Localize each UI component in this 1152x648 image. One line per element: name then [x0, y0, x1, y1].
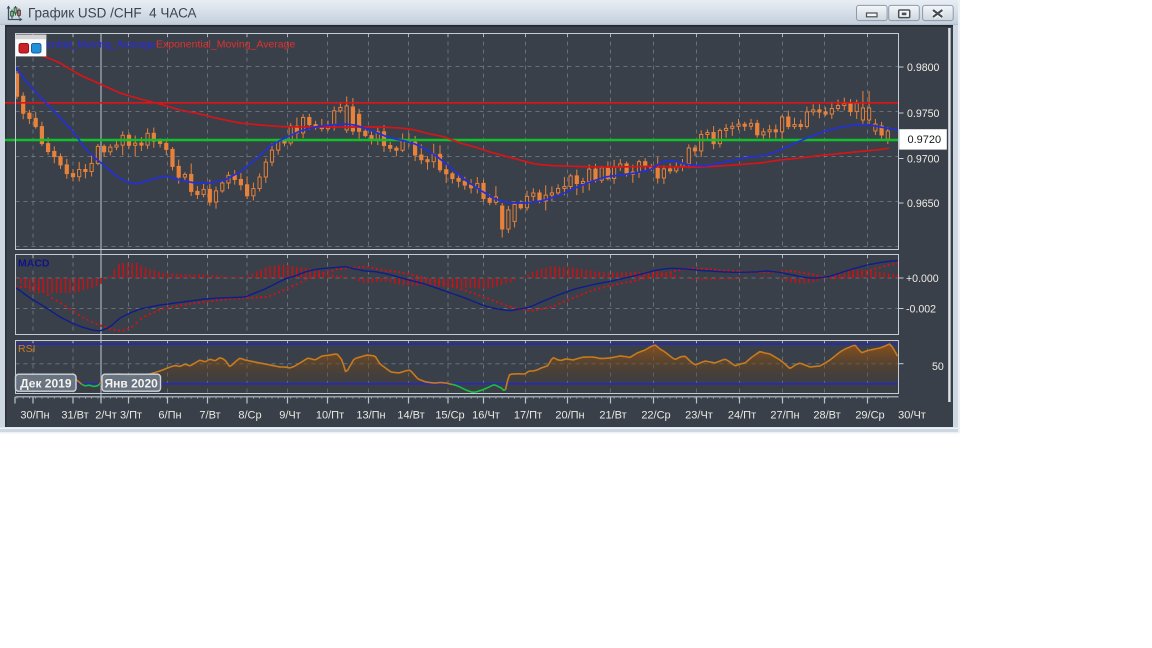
svg-text:Дек 2019: Дек 2019: [20, 377, 72, 391]
svg-text:15/Ср: 15/Ср: [435, 410, 464, 422]
svg-text:2/Чт: 2/Чт: [95, 410, 117, 422]
svg-text:Янв 2020: Янв 2020: [105, 377, 159, 391]
svg-text:27/Пн: 27/Пн: [770, 410, 799, 422]
svg-text:28/Вт: 28/Вт: [813, 410, 840, 422]
svg-text:29/Ср: 29/Ср: [855, 410, 884, 422]
svg-text:20/Пн: 20/Пн: [555, 410, 584, 422]
svg-text:17/Пт: 17/Пт: [514, 410, 542, 422]
svg-text:23/Чт: 23/Чт: [685, 410, 713, 422]
svg-text:Exponential_Moving_Average: Exponential_Moving_Average: [156, 39, 295, 51]
svg-text:13/Пн: 13/Пн: [356, 410, 385, 422]
svg-text:0.9720: 0.9720: [908, 134, 942, 146]
svg-text:График USD /CHF 4 ЧАСА: График USD /CHF 4 ЧАСА: [28, 6, 197, 21]
svg-text:30/Чт: 30/Чт: [898, 410, 926, 422]
svg-text:22/Ср: 22/Ср: [641, 410, 670, 422]
svg-text:0.9750: 0.9750: [907, 108, 940, 120]
svg-text:30/Пн: 30/Пн: [20, 410, 49, 422]
svg-text:3/Пт: 3/Пт: [120, 410, 142, 422]
svg-text:14/Вт: 14/Вт: [397, 410, 424, 422]
svg-text:21/Вт: 21/Вт: [599, 410, 626, 422]
svg-text:10/Пт: 10/Пт: [316, 410, 344, 422]
svg-text:+0.000: +0.000: [906, 273, 939, 285]
svg-text:50: 50: [932, 361, 944, 373]
svg-text:RSI: RSI: [18, 343, 36, 355]
svg-text:16/Чт: 16/Чт: [472, 410, 500, 422]
svg-text:9/Чт: 9/Чт: [279, 410, 301, 422]
svg-text:6/Пн: 6/Пн: [158, 410, 181, 422]
svg-text:0.9700: 0.9700: [907, 153, 940, 165]
svg-text:0.9800: 0.9800: [907, 62, 940, 74]
svg-text:7/Вт: 7/Вт: [199, 410, 220, 422]
svg-text:31/Вт: 31/Вт: [61, 410, 88, 422]
svg-text:8/Ср: 8/Ср: [238, 410, 261, 422]
svg-text:24/Пт: 24/Пт: [728, 410, 756, 422]
svg-text:-0.002: -0.002: [906, 304, 936, 316]
svg-text:MACD: MACD: [18, 258, 50, 270]
svg-text:0.9650: 0.9650: [907, 198, 940, 210]
